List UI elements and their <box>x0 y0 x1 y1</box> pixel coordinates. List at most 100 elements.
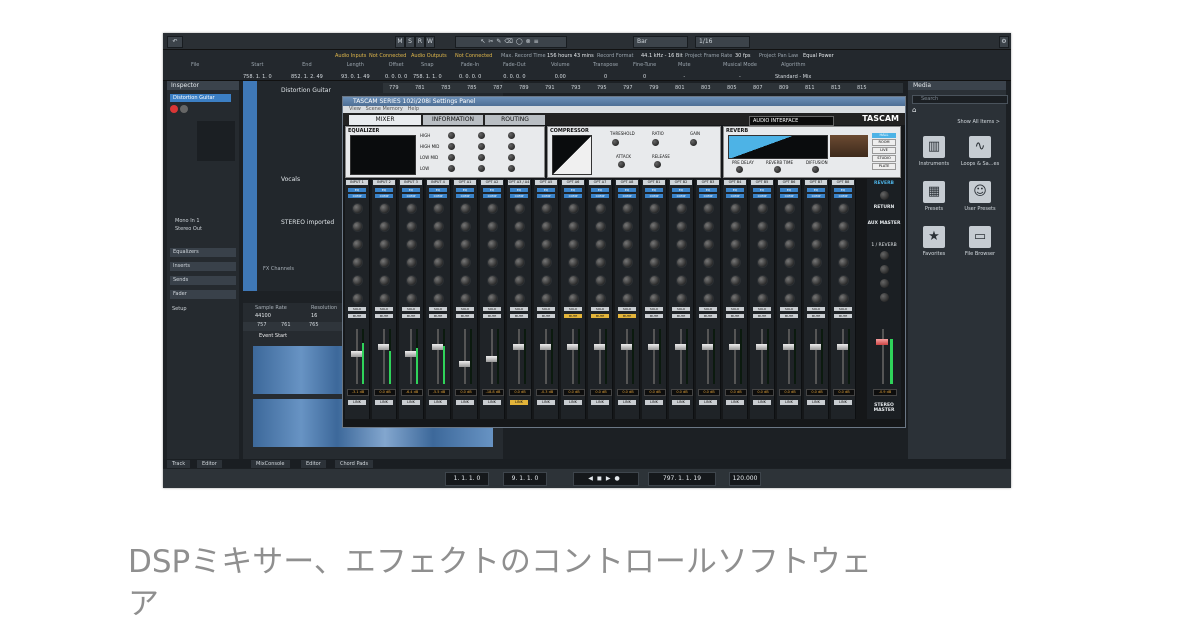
aux-send-knob[interactable] <box>703 221 714 232</box>
aux-send-knob[interactable] <box>703 203 714 214</box>
eq-button[interactable]: EQ <box>645 188 663 192</box>
aux-send-knob[interactable] <box>649 257 660 268</box>
link-button[interactable]: LINK <box>483 400 501 405</box>
reverb-type-hall[interactable]: HALL <box>872 133 896 138</box>
settings-gear-icon[interactable]: ⚙ <box>999 36 1009 48</box>
aux-send-knob[interactable] <box>352 275 363 286</box>
solo-button[interactable]: SOLO <box>780 307 798 311</box>
right-locator[interactable]: 9. 1. 1. 0 <box>503 472 547 486</box>
aux-send-knob[interactable] <box>703 239 714 250</box>
aux-send-knob[interactable] <box>514 221 525 232</box>
aux-send-knob[interactable] <box>352 221 363 232</box>
aux-send-knob[interactable] <box>649 239 660 250</box>
equalizers-section[interactable]: Equalizers <box>170 248 236 257</box>
aux-send-knob[interactable] <box>514 203 525 214</box>
aux-send-knob[interactable] <box>487 239 498 250</box>
tab-chord-pads[interactable]: Chord Pads <box>335 460 374 468</box>
aux-send-knob[interactable] <box>811 203 822 214</box>
sends-section[interactable]: Sends <box>170 276 236 285</box>
info-cell[interactable]: File <box>191 62 199 74</box>
reverb-return-knob[interactable] <box>880 191 889 200</box>
eq-knob[interactable] <box>508 165 515 172</box>
eq-button[interactable]: EQ <box>429 188 447 192</box>
media-loops-samples[interactable]: ∿ Loops & Sa...es <box>960 136 1000 167</box>
attack-knob[interactable] <box>618 161 625 168</box>
aux-send-knob[interactable] <box>541 257 552 268</box>
link-button[interactable]: LINK <box>591 400 609 405</box>
mute-button[interactable]: MUTE <box>591 314 609 318</box>
eq-button[interactable]: EQ <box>699 188 717 192</box>
comp-button[interactable]: COMP <box>429 194 447 198</box>
aux-send-knob[interactable] <box>487 257 498 268</box>
aux-send-knob[interactable] <box>838 257 849 268</box>
aux-send-knob[interactable] <box>622 257 633 268</box>
threshold-knob[interactable] <box>612 139 619 146</box>
media-favorites[interactable]: ★ Favorites <box>914 226 954 257</box>
info-cell[interactable]: Musical Mode - <box>723 62 757 80</box>
eq-button[interactable]: EQ <box>780 188 798 192</box>
solo-button[interactable]: SOLO <box>375 307 393 311</box>
media-user-presets[interactable]: ☺ User Presets <box>960 181 1000 212</box>
aux-send-knob[interactable] <box>514 293 525 304</box>
tab-editor[interactable]: Editor <box>301 460 326 468</box>
eq-knob[interactable] <box>448 154 455 161</box>
aux-send-knob[interactable] <box>487 293 498 304</box>
aux-send-knob[interactable] <box>433 221 444 232</box>
info-cell[interactable]: Algorithm Standard - Mix <box>775 62 811 80</box>
aux-send-knob[interactable] <box>352 239 363 250</box>
aux-send-knob[interactable] <box>838 275 849 286</box>
link-button[interactable]: LINK <box>807 400 825 405</box>
mute-button[interactable]: MUTE <box>645 314 663 318</box>
link-button[interactable]: LINK <box>645 400 663 405</box>
input-routing[interactable]: Mono In 1 <box>175 218 200 224</box>
eq-knob[interactable] <box>508 143 515 150</box>
aux-send-knob[interactable] <box>622 239 633 250</box>
aux-send-knob[interactable] <box>784 293 795 304</box>
comp-button[interactable]: COMP <box>375 194 393 198</box>
reverb-type-live[interactable]: LIVE <box>872 147 896 154</box>
solo-button[interactable]: SOLO <box>348 307 366 311</box>
aux-send-knob[interactable] <box>730 257 741 268</box>
media-search-input[interactable]: Search <box>912 95 1008 104</box>
aux-send-knob[interactable] <box>676 275 687 286</box>
aux-send-knob[interactable] <box>703 257 714 268</box>
aux-send-knob[interactable] <box>730 293 741 304</box>
aux-send-knob[interactable] <box>757 221 768 232</box>
reverb-type-room[interactable]: ROOM <box>872 139 896 146</box>
eq-knob[interactable] <box>478 165 485 172</box>
solo-button[interactable]: SOLO <box>402 307 420 311</box>
aux-send-knob[interactable] <box>487 203 498 214</box>
comp-button[interactable]: COMP <box>672 194 690 198</box>
aux-send-knob[interactable] <box>784 239 795 250</box>
aux-send-knob[interactable] <box>514 257 525 268</box>
show-all-items-link[interactable]: Show All Items > <box>957 119 1000 125</box>
read-button[interactable]: R <box>415 36 425 48</box>
aux-send-knob[interactable] <box>757 203 768 214</box>
mute-button[interactable]: MUTE <box>807 314 825 318</box>
home-icon[interactable]: ⌂ <box>912 106 916 114</box>
aux-send-knob[interactable] <box>568 239 579 250</box>
aux-knob-2[interactable] <box>880 265 889 274</box>
aux-send-knob[interactable] <box>568 221 579 232</box>
mute-button[interactable]: MUTE <box>726 314 744 318</box>
eq-button[interactable]: EQ <box>672 188 690 192</box>
mute-button[interactable]: MUTE <box>672 314 690 318</box>
link-button[interactable]: LINK <box>510 400 528 405</box>
eq-knob[interactable] <box>478 132 485 139</box>
aux-send-knob[interactable] <box>757 257 768 268</box>
record-enable-button[interactable] <box>170 105 178 113</box>
aux-send-knob[interactable] <box>433 293 444 304</box>
eq-button[interactable]: EQ <box>834 188 852 192</box>
comp-button[interactable]: COMP <box>618 194 636 198</box>
aux-send-knob[interactable] <box>568 203 579 214</box>
solo-button[interactable]: SOLO <box>429 307 447 311</box>
eq-button[interactable]: EQ <box>591 188 609 192</box>
aux-send-knob[interactable] <box>595 257 606 268</box>
aux-send-knob[interactable] <box>406 293 417 304</box>
aux-send-knob[interactable] <box>541 239 552 250</box>
pre-delay-knob[interactable] <box>736 166 743 173</box>
quantize-select[interactable]: 1/16 <box>695 36 750 48</box>
eq-button[interactable]: EQ <box>753 188 771 192</box>
aux-knob-3[interactable] <box>880 279 889 288</box>
aux-send-knob[interactable] <box>622 221 633 232</box>
